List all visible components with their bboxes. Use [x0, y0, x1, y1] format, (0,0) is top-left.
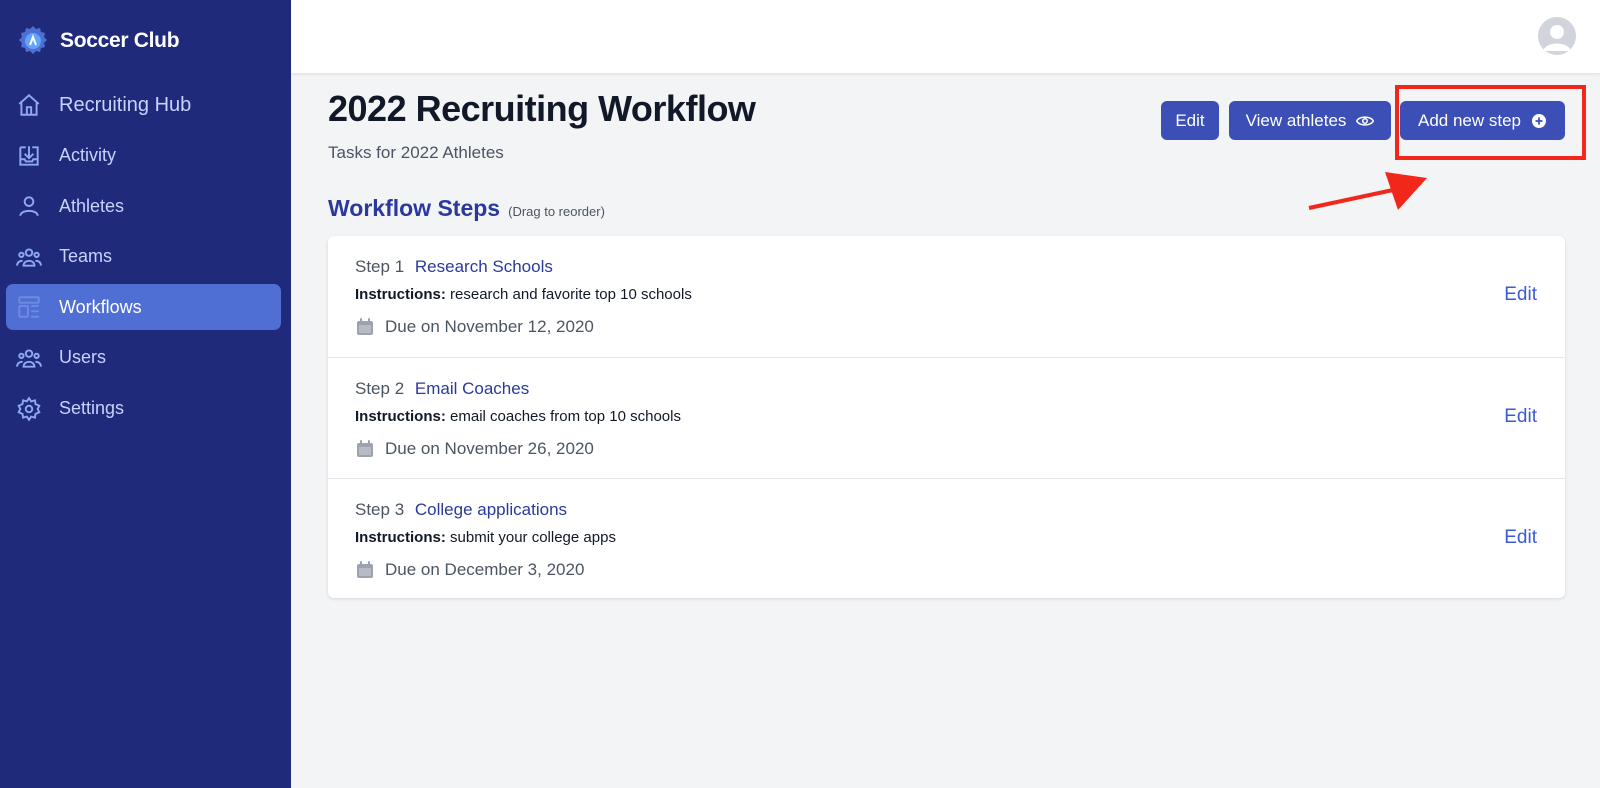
brand[interactable]: Soccer Club [16, 24, 180, 58]
home-icon [18, 93, 40, 116]
step-name-link[interactable]: Email Coaches [415, 379, 529, 398]
sidebar: Soccer Club Recruiting Hub Activity Athl… [0, 0, 291, 788]
user-avatar[interactable] [1538, 17, 1576, 55]
workflow-steps-list: Step 1 Research Schools Instructions: re… [328, 236, 1565, 598]
step-instructions: Instructions: research and favorite top … [355, 286, 692, 303]
list-item[interactable]: Step 1 Research Schools Instructions: re… [328, 236, 1565, 356]
step-header: Step 3 College applications [355, 500, 567, 520]
sidebar-item-recruiting-hub[interactable]: Recruiting Hub [6, 82, 281, 128]
step-number: Step 2 [355, 379, 405, 398]
page-subtitle: Tasks for 2022 Athletes [328, 143, 504, 162]
calendar-icon [357, 440, 373, 457]
sidebar-item-label: Athletes [59, 195, 125, 216]
calendar-icon [357, 318, 373, 335]
annotation-highlight-box [1395, 85, 1586, 160]
step-header: Step 1 Research Schools [355, 257, 553, 277]
step-number: Step 1 [355, 257, 405, 276]
step-due-date: Due on December 3, 2020 [355, 560, 584, 580]
view-athletes-label: View athletes [1245, 110, 1347, 130]
annotation-arrow-icon [1308, 172, 1427, 210]
step-instructions: Instructions: email coaches from top 10 … [355, 408, 681, 425]
step-due-date: Due on November 26, 2020 [355, 439, 594, 459]
step-edit-link[interactable]: Edit [1504, 406, 1537, 428]
section-title: Workflow Steps [328, 195, 501, 221]
calendar-icon [357, 561, 373, 578]
edit-workflow-label: Edit [1175, 110, 1205, 130]
sidebar-item-label: Settings [59, 398, 125, 419]
brand-name: Soccer Club [60, 29, 180, 52]
users-icon [16, 349, 42, 368]
instructions-text: submit your college apps [450, 529, 616, 546]
step-edit-link[interactable]: Edit [1504, 284, 1537, 306]
page-title: 2022 Recruiting Workflow [328, 88, 756, 129]
instructions-label: Instructions: [355, 286, 446, 303]
inbox-download-icon [19, 145, 39, 166]
sidebar-nav: Recruiting Hub Activity Athletes Teams W… [0, 82, 291, 436]
sidebar-item-settings[interactable]: Settings [6, 386, 281, 432]
instructions-label: Instructions: [355, 408, 446, 425]
drag-hint: (Drag to reorder) [508, 204, 605, 219]
instructions-text: email coaches from top 10 schools [450, 408, 681, 425]
step-name-link[interactable]: College applications [415, 500, 567, 519]
view-athletes-button[interactable]: View athletes [1229, 101, 1391, 140]
user-avatar-icon [1538, 17, 1576, 55]
sidebar-item-workflows[interactable]: Workflows [6, 284, 281, 331]
soccer-gear-logo-icon [19, 26, 47, 54]
sidebar-item-label: Users [59, 347, 107, 368]
gear-icon [17, 395, 41, 422]
due-text: Due on December 3, 2020 [385, 560, 585, 579]
list-item[interactable]: Step 3 College applications Instructions… [328, 478, 1565, 598]
list-item[interactable]: Step 2 Email Coaches Instructions: email… [328, 357, 1565, 477]
user-icon [19, 196, 39, 217]
sidebar-item-label: Activity [59, 145, 117, 166]
step-due-date: Due on November 12, 2020 [355, 317, 594, 337]
step-number: Step 3 [355, 500, 405, 519]
step-name-link[interactable]: Research Schools [415, 257, 553, 276]
template-icon [18, 296, 40, 319]
due-text: Due on November 12, 2020 [385, 317, 594, 336]
top-bar [291, 0, 1600, 74]
eye-icon [1356, 115, 1375, 126]
due-text: Due on November 26, 2020 [385, 439, 594, 458]
edit-workflow-button[interactable]: Edit [1161, 101, 1219, 140]
sidebar-item-activity[interactable]: Activity [6, 133, 281, 179]
user-group-icon [16, 248, 42, 267]
sidebar-item-label: Recruiting Hub [59, 93, 192, 116]
step-header: Step 2 Email Coaches [355, 379, 529, 399]
workflow-steps-heading: Workflow Steps (Drag to reorder) [328, 195, 605, 222]
step-edit-link[interactable]: Edit [1504, 527, 1537, 549]
sidebar-item-teams[interactable]: Teams [6, 234, 281, 280]
sidebar-item-label: Teams [59, 246, 113, 267]
step-instructions: Instructions: submit your college apps [355, 529, 616, 546]
instructions-label: Instructions: [355, 529, 446, 546]
instructions-text: research and favorite top 10 schools [450, 286, 692, 303]
sidebar-item-users[interactable]: Users [6, 335, 281, 381]
sidebar-item-label: Workflows [59, 296, 142, 317]
sidebar-item-athletes[interactable]: Athletes [6, 183, 281, 229]
